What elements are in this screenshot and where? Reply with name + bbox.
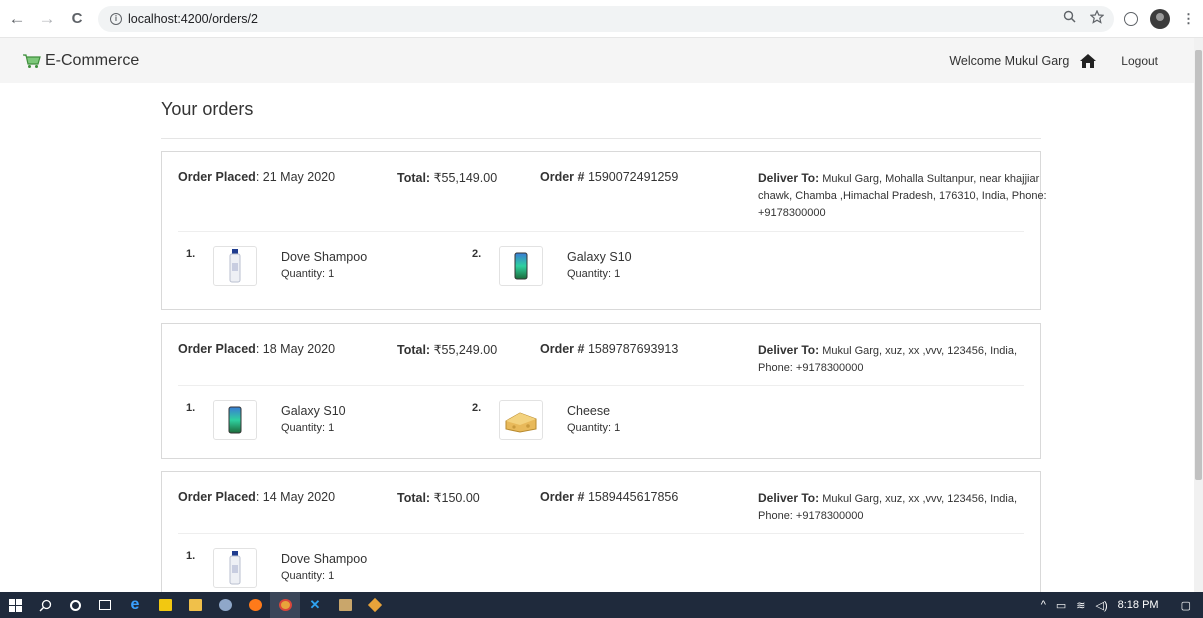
- cortana-icon[interactable]: [60, 592, 90, 618]
- order-header: Order Placed: 14 May 2020 Total: ₹150.00…: [178, 472, 1024, 534]
- order-card: Order Placed: 21 May 2020 Total: ₹55,149…: [161, 151, 1047, 310]
- order-total: Total: ₹55,249.00: [397, 343, 498, 357]
- volume-icon[interactable]: ◁): [1096, 599, 1108, 612]
- order-placed: Order Placed: 21 May 2020: [178, 170, 336, 184]
- order-header: Order Placed: 21 May 2020 Total: ₹55,149…: [178, 152, 1047, 232]
- logout-link[interactable]: Logout: [1121, 54, 1158, 68]
- item-quantity: Quantity: 1: [281, 422, 335, 434]
- item-name: Dove Shampoo: [281, 250, 368, 264]
- order-card: Order Placed: 14 May 2020 Total: ₹150.00…: [161, 471, 1041, 611]
- item-name: Cheese: [567, 404, 611, 418]
- forward-icon[interactable]: →: [34, 6, 60, 32]
- shampoo-bottle-image[interactable]: [213, 548, 257, 588]
- app-navbar: E-Commerce Welcome Mukul Garg Logout: [0, 38, 1194, 83]
- smartphone-image[interactable]: [499, 246, 543, 286]
- order-total: Total: ₹150.00: [397, 491, 480, 505]
- firefox-icon[interactable]: [240, 592, 270, 618]
- item-quantity: Quantity: 1: [567, 422, 621, 434]
- profile-avatar[interactable]: [1150, 8, 1170, 29]
- file-explorer-icon[interactable]: [180, 592, 210, 618]
- menu-kebab-icon[interactable]: ⋮: [1182, 11, 1195, 27]
- battery-icon[interactable]: ▭: [1056, 599, 1066, 612]
- order-items: 1. Galaxy S10 Quantity: 1 2. Cheese Quan…: [162, 386, 1040, 456]
- order-placed: Order Placed: 18 May 2020: [178, 342, 336, 356]
- cheese-image[interactable]: [499, 400, 543, 440]
- system-tray: ^ ▭ ≋ ◁) 8:18 PM ▢: [1041, 599, 1191, 612]
- url-text: localhost:4200/orders/2: [128, 11, 258, 26]
- order-number: Order # 1589445617856: [540, 490, 679, 504]
- bookmark-star-icon[interactable]: [1090, 9, 1104, 24]
- order-items: 1. Dove Shampoo Quantity: 1 2. Galaxy S1…: [162, 232, 1040, 302]
- windows-taskbar: e ✕ ^ ▭ ≋ ◁) 8:18 PM ▢: [0, 592, 1203, 618]
- windows-start-icon[interactable]: [0, 592, 30, 618]
- back-icon[interactable]: ←: [4, 6, 30, 32]
- store-icon[interactable]: [330, 592, 360, 618]
- item-quantity: Quantity: 1: [281, 268, 335, 280]
- deliver-to: Deliver To: Mukul Garg, Mohalla Sultanpu…: [758, 171, 1047, 219]
- order-placed: Order Placed: 14 May 2020: [178, 490, 336, 504]
- paint-icon[interactable]: [210, 592, 240, 618]
- brand-name: E-Commerce: [45, 51, 140, 69]
- item-name: Galaxy S10: [567, 250, 632, 264]
- address-bar[interactable]: i localhost:4200/orders/2: [98, 5, 1114, 32]
- order-header: Order Placed: 18 May 2020 Total: ₹55,249…: [178, 324, 1024, 386]
- search-icon[interactable]: [30, 592, 60, 618]
- order-card: Order Placed: 18 May 2020 Total: ₹55,249…: [161, 323, 1041, 459]
- chrome-icon[interactable]: [270, 592, 300, 618]
- edge-icon[interactable]: e: [120, 592, 150, 618]
- order-number: Order # 1589787693913: [540, 342, 679, 356]
- page-title: Your orders: [161, 99, 1041, 139]
- brand[interactable]: E-Commerce: [22, 52, 139, 70]
- welcome-text: Welcome Mukul Garg: [949, 53, 1070, 68]
- sticky-notes-icon[interactable]: [150, 592, 180, 618]
- chevron-up-icon[interactable]: ^: [1041, 599, 1046, 611]
- git-icon[interactable]: [360, 592, 390, 618]
- home-icon[interactable]: [1079, 53, 1097, 69]
- smartphone-image[interactable]: [213, 400, 257, 440]
- notifications-icon[interactable]: ▢: [1181, 599, 1191, 612]
- browser-toolbar: ← → C i localhost:4200/orders/2 ⋮: [0, 0, 1203, 38]
- deliver-to: Deliver To: Mukul Garg, xuz, xx ,vvv, 12…: [758, 491, 1018, 522]
- item-quantity: Quantity: 1: [567, 268, 621, 280]
- item-name: Dove Shampoo: [281, 552, 368, 566]
- order-total: Total: ₹55,149.00: [397, 171, 498, 185]
- task-view-icon[interactable]: [90, 592, 120, 618]
- item-name: Galaxy S10: [281, 404, 346, 418]
- orders-page: Your orders Order Placed: 21 May 2020 To…: [161, 83, 1047, 611]
- deliver-to: Deliver To: Mukul Garg, xuz, xx ,vvv, 12…: [758, 343, 1018, 374]
- scrollbar-thumb[interactable]: [1195, 50, 1202, 480]
- page-scrollbar[interactable]: [1194, 38, 1203, 592]
- zoom-icon[interactable]: [1063, 10, 1076, 23]
- clock[interactable]: 8:18 PM: [1118, 599, 1159, 611]
- vscode-icon[interactable]: ✕: [300, 592, 330, 618]
- extension-icon[interactable]: [1124, 11, 1138, 26]
- shopping-cart-icon: [23, 53, 41, 68]
- order-number: Order # 1590072491259: [540, 170, 679, 184]
- info-icon[interactable]: i: [110, 12, 122, 25]
- wifi-icon[interactable]: ≋: [1076, 599, 1085, 612]
- reload-icon[interactable]: C: [64, 6, 90, 32]
- shampoo-bottle-image[interactable]: [213, 246, 257, 286]
- item-quantity: Quantity: 1: [281, 570, 335, 582]
